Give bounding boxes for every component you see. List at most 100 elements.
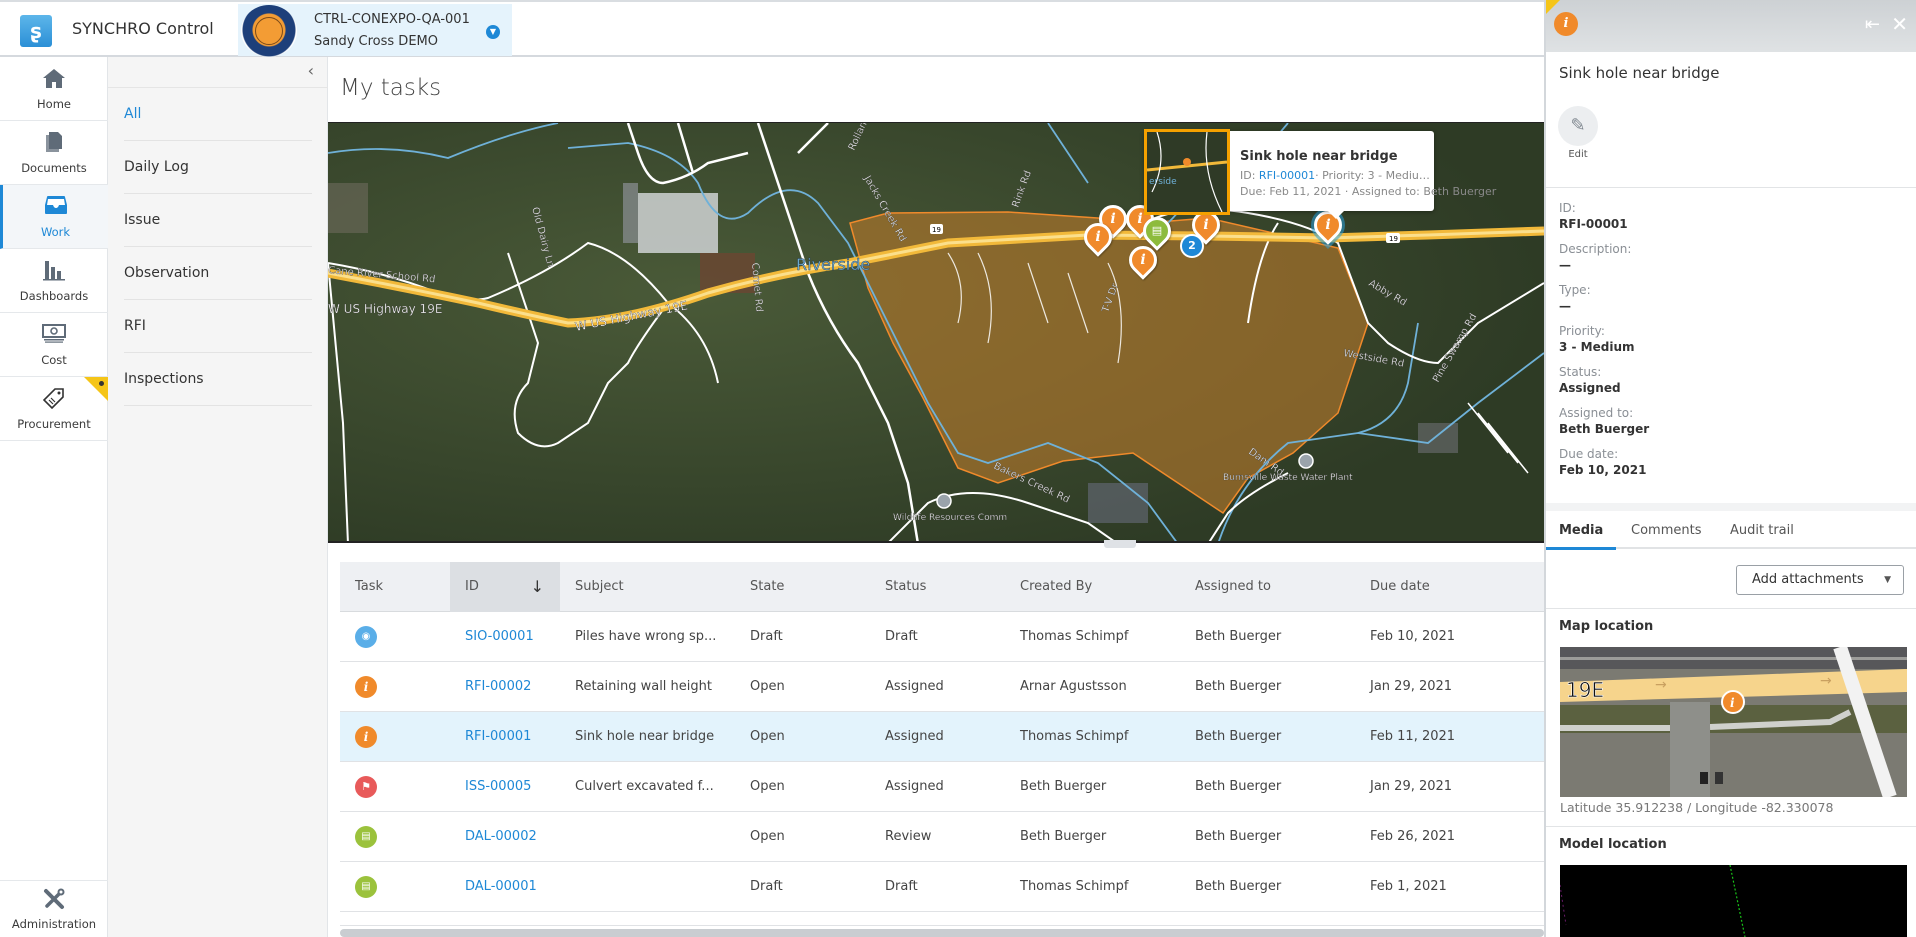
cell-created-by: Beth Buerger — [1020, 829, 1107, 844]
cell-id[interactable]: DAL-00002 — [450, 812, 537, 862]
divider — [1546, 503, 1916, 511]
divider — [1546, 608, 1916, 609]
subnav-item-all[interactable]: All — [124, 88, 312, 141]
column-header-status[interactable]: Status — [870, 562, 1005, 612]
table-row-partial[interactable] — [340, 912, 1544, 926]
column-header-task[interactable]: Task — [340, 562, 450, 612]
info-icon: i — [1554, 12, 1578, 36]
tools-icon — [41, 887, 67, 911]
panel-title: Sink hole near bridge — [1559, 64, 1720, 82]
column-header-id[interactable]: ID ↓ — [450, 562, 560, 612]
binoculars-icon: ◉ — [355, 626, 377, 648]
cell-status: Assigned — [885, 729, 944, 744]
tab-comments[interactable]: Comments — [1631, 523, 1701, 538]
tab-audit-trail[interactable]: Audit trail — [1730, 523, 1794, 538]
subnav-item-rfi[interactable]: RFI — [124, 300, 312, 353]
column-header-due-date[interactable]: Due date — [1355, 562, 1544, 612]
model-location-viewer[interactable] — [1560, 865, 1907, 937]
synchro-logo-icon[interactable]: ʂ — [20, 15, 52, 47]
map-location-thumbnail[interactable]: 19E → → i — [1560, 647, 1907, 797]
table-row[interactable]: i RFI-00001 Sink hole near bridge Open Assig… — [340, 712, 1544, 762]
cell-due-date: Feb 1, 2021 — [1370, 879, 1447, 894]
info-icon: i — [355, 726, 377, 748]
cell-status: Review — [885, 829, 932, 844]
collapse-subnav-button[interactable]: ‹ — [108, 57, 328, 88]
nav-dashboards[interactable]: Dashboards — [0, 249, 108, 313]
field-value: Beth Buerger — [1559, 422, 1650, 436]
cell-state: Open — [750, 779, 785, 794]
nav-label: Cost — [41, 353, 67, 367]
table-row[interactable]: ⚑ ISS-00005 Culvert excavated f... Open Assi… — [340, 762, 1544, 812]
map-label-highway: W US Highway 19E — [328, 302, 442, 316]
map-shield-label: 19 — [1389, 235, 1398, 243]
field-label: Assigned to: — [1559, 406, 1634, 420]
map-view[interactable]: 19 19 Riverside W US Highway 19E W US Hi… — [328, 122, 1544, 543]
nav-home[interactable]: Home — [0, 57, 108, 121]
nav-label: Home — [37, 97, 71, 111]
cell-due-date: Feb 11, 2021 — [1370, 729, 1456, 744]
column-header-state[interactable]: State — [735, 562, 870, 612]
table-row[interactable]: ▤ DAL-00002 Open Review Beth Buerger Beth Bue… — [340, 812, 1544, 862]
nav-cost[interactable]: Cost — [0, 313, 108, 377]
field-label: Due date: — [1559, 447, 1619, 461]
app-name: SYNCHRO Control — [72, 19, 214, 38]
tooltip-id-link[interactable]: RFI-00001 — [1259, 169, 1315, 182]
column-header-assigned-to[interactable]: Assigned to — [1180, 562, 1355, 612]
nav-documents[interactable]: Documents — [0, 121, 108, 185]
map-cluster-marker[interactable]: 2 — [1180, 234, 1204, 258]
model-location-title: Model location — [1559, 837, 1667, 852]
project-selector[interactable]: CTRL-CONEXPO-QA-001 Sandy Cross DEMO ▼ — [238, 4, 512, 57]
field-value: Assigned — [1559, 381, 1621, 395]
cell-status: Assigned — [885, 779, 944, 794]
cell-created-by: Beth Buerger — [1020, 779, 1107, 794]
pencil-icon: ✎ — [1570, 115, 1586, 136]
cell-subject: Piles have wrong sp... — [575, 629, 717, 644]
cell-status: Draft — [885, 629, 918, 644]
cell-id[interactable]: DAL-00001 — [450, 862, 537, 912]
add-attachments-button[interactable]: Add attachments ▼ — [1736, 565, 1904, 595]
cell-id[interactable]: SIO-00001 — [450, 612, 534, 662]
home-icon — [41, 67, 67, 91]
sort-descending-icon: ↓ — [530, 577, 544, 596]
cell-status: Assigned — [885, 679, 944, 694]
cell-subject: Culvert excavated f... — [575, 779, 714, 794]
map-table-splitter[interactable] — [1104, 540, 1136, 548]
info-icon: i — [1095, 229, 1101, 245]
divider — [1546, 826, 1916, 827]
cell-id[interactable]: ISS-00005 — [450, 762, 531, 812]
map-label-poi: Wildlife Resources Comm — [893, 513, 1007, 523]
cell-due-date: Feb 10, 2021 — [1370, 629, 1456, 644]
project-logo — [241, 5, 297, 57]
cell-state: Open — [750, 679, 785, 694]
nav-work[interactable]: Work — [0, 185, 108, 249]
subnav-item-daily-log[interactable]: Daily Log — [124, 141, 312, 194]
subnav-item-inspections[interactable]: Inspections — [124, 353, 312, 406]
nav-procurement[interactable]: Procurement — [0, 377, 108, 441]
field-label: Description: — [1559, 242, 1632, 256]
project-name: Sandy Cross DEMO — [314, 34, 438, 49]
subnav-item-observation[interactable]: Observation — [124, 247, 312, 300]
column-header-subject[interactable]: Subject — [560, 562, 735, 612]
cell-subject: Sink hole near bridge — [575, 729, 715, 744]
edit-button[interactable]: ✎ — [1558, 106, 1598, 146]
edit-label: Edit — [1568, 149, 1588, 160]
chevron-down-icon[interactable]: ▼ — [486, 25, 500, 39]
undock-icon[interactable]: ⇤ — [1865, 14, 1880, 35]
bar-chart-icon — [41, 259, 67, 283]
field-label: Status: — [1559, 365, 1602, 379]
table-row[interactable]: ▤ DAL-00001 Draft Draft Thomas Schimpf Beth B… — [340, 862, 1544, 912]
tab-media[interactable]: Media — [1559, 523, 1603, 538]
close-icon[interactable]: ✕ — [1891, 12, 1908, 36]
column-header-created-by[interactable]: Created By — [1005, 562, 1180, 612]
map-label-riverside: Riverside — [796, 255, 870, 274]
table-row[interactable]: i RFI-00002 Retaining wall height Open Assig… — [340, 662, 1544, 712]
caret-down-icon: ▼ — [1884, 575, 1891, 585]
field-label: ID: — [1559, 201, 1576, 215]
table-row[interactable]: ◉ SIO-00001 Piles have wrong sp... Draft Dra… — [340, 612, 1544, 662]
map-thumb-label: 19E — [1566, 678, 1604, 702]
horizontal-scrollbar[interactable] — [340, 929, 1544, 937]
subnav-item-issue[interactable]: Issue — [124, 194, 312, 247]
cell-id[interactable]: RFI-00001 — [450, 712, 531, 762]
cell-id[interactable]: RFI-00002 — [450, 662, 531, 712]
nav-administration[interactable]: Administration — [0, 880, 108, 937]
